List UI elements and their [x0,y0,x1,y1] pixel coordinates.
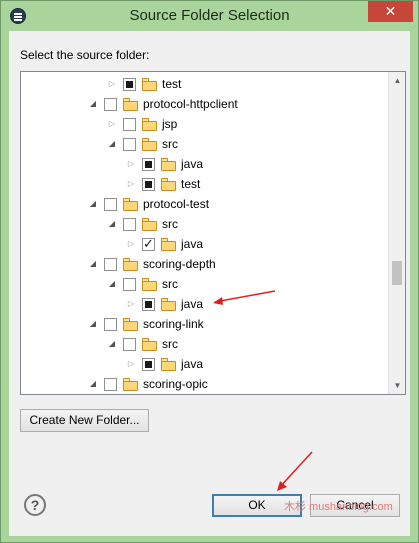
tree-checkbox[interactable] [123,78,136,91]
folder-icon [142,138,158,151]
tree-row[interactable]: ◢ src [21,135,387,155]
folder-icon [142,78,158,91]
watermark-text: 木杉 mushanblog.com [284,501,393,513]
expanded-triangle-icon[interactable]: ◢ [88,319,98,329]
collapsed-triangle-icon[interactable]: ▷ [107,119,117,129]
folder-icon [161,238,177,251]
tree-checkbox[interactable] [104,258,117,271]
folder-icon [142,118,158,131]
tree-item-label[interactable]: java [181,297,203,311]
expanded-triangle-icon[interactable]: ◢ [88,199,98,209]
collapsed-triangle-icon[interactable]: ▷ [126,299,136,309]
folder-icon [123,98,139,111]
tree-row[interactable]: ◢ src [21,335,387,355]
folder-icon [161,158,177,171]
title-bar[interactable]: Source Folder Selection ✕ [1,1,418,31]
expanded-triangle-icon[interactable]: ◢ [88,259,98,269]
folder-icon [123,198,139,211]
window-title: Source Folder Selection [129,7,290,24]
tree-item-label[interactable]: src [162,337,178,351]
tree-row[interactable]: ◢ src [21,215,387,235]
folder-icon [142,218,158,231]
folder-icon [161,358,177,371]
tree-row[interactable]: ▷ java [21,235,387,255]
tree-row[interactable]: ◢ scoring-depth [21,255,387,275]
tree-item-label[interactable]: test [181,177,200,191]
dialog-body: Select the source folder: ▷ test ◢ protocol… [9,31,410,536]
tree-item-label[interactable]: java [181,157,203,171]
tree-item-label[interactable]: scoring-link [143,317,204,331]
tree-row[interactable]: ◢ scoring-opic [21,375,387,394]
tree-row[interactable]: ◢ protocol-httpclient [21,95,387,115]
tree-item-label[interactable]: scoring-opic [143,377,208,391]
collapsed-triangle-icon[interactable]: ▷ [126,239,136,249]
tree-item-label[interactable]: java [181,357,203,371]
folder-icon [161,178,177,191]
collapsed-triangle-icon[interactable]: ▷ [126,359,136,369]
tree-item-label[interactable]: src [162,137,178,151]
tree-row[interactable]: ◢ src [21,275,387,295]
tree-checkbox[interactable] [123,218,136,231]
tree-item-label[interactable]: scoring-depth [143,257,216,271]
tree-item-label[interactable]: protocol-httpclient [143,97,238,111]
tree-item-label[interactable]: src [162,277,178,291]
tree-checkbox[interactable] [104,198,117,211]
tree-checkbox[interactable] [104,98,117,111]
tree-checkbox[interactable] [104,378,117,391]
expanded-triangle-icon[interactable]: ◢ [88,379,98,389]
expanded-triangle-icon[interactable]: ◢ [107,339,117,349]
tree-row[interactable]: ▷ test [21,75,387,95]
folder-icon [123,378,139,391]
tree-row[interactable]: ▷ java [21,355,387,375]
help-icon[interactable]: ? [24,494,46,516]
dialog-window: Source Folder Selection ✕ Select the sou… [0,0,419,543]
folder-icon [123,318,139,331]
tree-row[interactable]: ◢ scoring-link [21,315,387,335]
prompt-label: Select the source folder: [20,48,150,62]
tree-item-label[interactable]: src [162,217,178,231]
collapsed-triangle-icon[interactable]: ▷ [126,159,136,169]
tree-item-label[interactable]: test [162,77,181,91]
folder-icon [161,298,177,311]
expanded-triangle-icon[interactable]: ◢ [107,279,117,289]
tree-checkbox[interactable] [142,158,155,171]
scroll-down-icon[interactable]: ▼ [389,377,405,394]
expanded-triangle-icon[interactable]: ◢ [107,219,117,229]
expanded-triangle-icon[interactable]: ◢ [88,99,98,109]
folder-icon [142,278,158,291]
create-new-folder-button[interactable]: Create New Folder... [20,409,149,432]
tree-row[interactable]: ▷ jsp [21,115,387,135]
collapsed-triangle-icon[interactable]: ▷ [107,79,117,89]
tree-row[interactable]: ◢ protocol-test [21,195,387,215]
tree-checkbox[interactable] [123,118,136,131]
collapsed-triangle-icon[interactable]: ▷ [126,179,136,189]
vertical-scrollbar[interactable]: ▲ ▼ [388,72,405,394]
tree-row[interactable]: ▷ java [21,155,387,175]
scroll-thumb[interactable] [392,261,402,285]
folder-icon [142,338,158,351]
tree-checkbox[interactable] [142,358,155,371]
tree-checkbox[interactable] [142,236,155,252]
tree-checkbox[interactable] [104,318,117,331]
tree-item-label[interactable]: java [181,237,203,251]
folder-tree[interactable]: ▷ test ◢ protocol-httpclient ▷ jsp ◢ src ▷ java ▷ t… [20,71,406,395]
tree-row[interactable]: ▷ java [21,295,387,315]
tree-checkbox[interactable] [123,338,136,351]
folder-icon [123,258,139,271]
scroll-up-icon[interactable]: ▲ [389,72,405,89]
tree-checkbox[interactable] [123,138,136,151]
tree-checkbox[interactable] [142,178,155,191]
tree-item-label[interactable]: protocol-test [143,197,209,211]
expanded-triangle-icon[interactable]: ◢ [107,139,117,149]
tree-item-label[interactable]: jsp [162,117,177,131]
tree-checkbox[interactable] [123,278,136,291]
tree-row[interactable]: ▷ test [21,175,387,195]
tree-checkbox[interactable] [142,298,155,311]
close-button[interactable]: ✕ [368,1,413,22]
